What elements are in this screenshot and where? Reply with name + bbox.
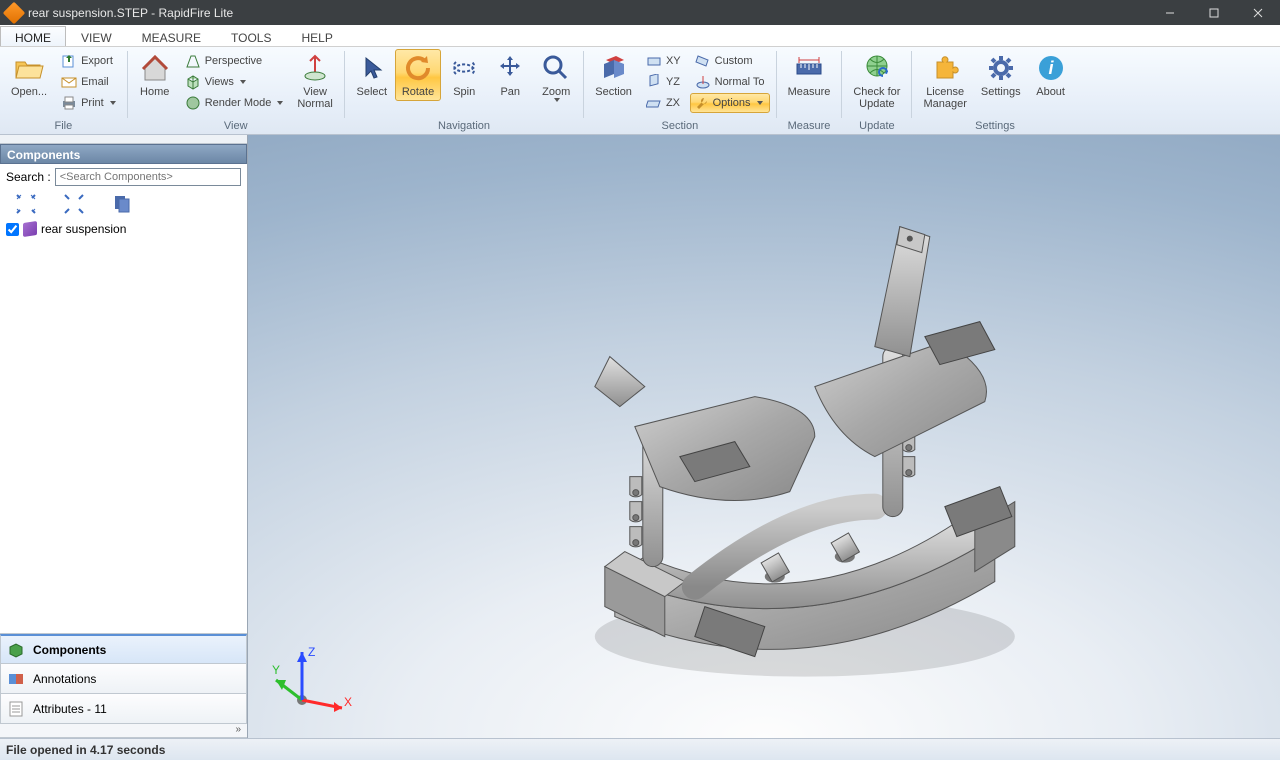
export-button[interactable]: Export: [56, 51, 121, 71]
print-button[interactable]: Print: [56, 93, 121, 113]
rotate-icon: [402, 52, 434, 84]
gear-icon: [985, 52, 1017, 84]
select-button[interactable]: Select: [349, 49, 395, 101]
xy-button[interactable]: XY: [641, 51, 686, 71]
pan-icon: [494, 52, 526, 84]
group-measure: Measure Measure: [777, 47, 842, 134]
yz-button[interactable]: YZ: [641, 72, 686, 92]
side-tab-annotations[interactable]: Annotations: [0, 664, 247, 694]
folder-open-icon: [13, 52, 45, 84]
render-mode-button[interactable]: Render Mode: [180, 93, 289, 113]
annotation-icon: [7, 670, 25, 688]
perspective-icon: [185, 53, 201, 69]
minimize-button[interactable]: [1148, 0, 1192, 25]
zoom-icon: [540, 52, 572, 84]
section-button[interactable]: Section: [588, 49, 639, 101]
close-button[interactable]: [1236, 0, 1280, 25]
tab-tools[interactable]: TOOLS: [216, 26, 286, 46]
puzzle-icon: [929, 52, 961, 84]
svg-text:X: X: [344, 695, 352, 709]
tab-home[interactable]: HOME: [0, 26, 66, 46]
tree-root-item[interactable]: rear suspension: [6, 222, 241, 236]
copy-button[interactable]: [112, 194, 132, 214]
settings-button[interactable]: Settings: [974, 49, 1028, 101]
side-panel: Components Search : rear suspension Comp…: [0, 135, 248, 738]
license-manager-button[interactable]: License Manager: [916, 49, 973, 113]
group-view: Home Perspective Views Render Mode View …: [128, 47, 344, 134]
spin-button[interactable]: Spin: [441, 49, 487, 101]
component-tree[interactable]: rear suspension: [0, 220, 247, 238]
about-button[interactable]: i About: [1028, 49, 1074, 101]
cube-icon: [185, 74, 201, 90]
view-normal-icon: [299, 52, 331, 84]
custom-section-button[interactable]: Custom: [690, 51, 770, 71]
status-text: File opened in 4.17 seconds: [6, 743, 165, 757]
print-icon: [61, 95, 77, 111]
measure-button[interactable]: Measure: [781, 49, 838, 101]
search-label: Search :: [6, 170, 51, 184]
collapse-all-button[interactable]: [64, 194, 84, 214]
panel-title: Components: [0, 144, 247, 164]
group-update: Check for Update Update: [842, 47, 911, 134]
search-input[interactable]: [55, 168, 241, 186]
plane-xy-icon: [646, 53, 662, 69]
wrench-icon: [695, 96, 709, 110]
group-navigation: Select Rotate Spin Pan Zoom Navigation: [345, 47, 583, 134]
ribbon-tabs: HOME VIEW MEASURE TOOLS HELP: [0, 25, 1280, 47]
tab-help[interactable]: HELP: [286, 26, 347, 46]
3d-viewport[interactable]: X Y Z: [248, 135, 1280, 738]
normal-to-icon: [695, 74, 711, 90]
tab-measure[interactable]: MEASURE: [127, 26, 216, 46]
plane-zx-icon: [646, 95, 662, 111]
custom-icon: [695, 53, 711, 69]
titlebar: rear suspension.STEP - RapidFire Lite: [0, 0, 1280, 25]
plane-yz-icon: [646, 74, 662, 90]
export-icon: [61, 53, 77, 69]
window-title: rear suspension.STEP - RapidFire Lite: [28, 6, 1148, 20]
open-button[interactable]: Open...: [4, 49, 54, 101]
group-section: Section XY YZ ZX Custom Normal To Option…: [584, 47, 775, 134]
normal-to-button[interactable]: Normal To: [690, 72, 770, 92]
tree-checkbox[interactable]: [6, 223, 19, 236]
orientation-triad[interactable]: X Y Z: [272, 640, 352, 720]
info-icon: i: [1035, 52, 1067, 84]
status-bar: File opened in 4.17 seconds: [0, 738, 1280, 760]
zoom-button[interactable]: Zoom: [533, 49, 579, 105]
svg-text:Y: Y: [272, 663, 280, 677]
email-button[interactable]: Email: [56, 72, 121, 92]
side-tab-components[interactable]: Components: [0, 634, 247, 664]
zx-button[interactable]: ZX: [641, 93, 686, 113]
home-button[interactable]: Home: [132, 49, 178, 101]
section-options-button[interactable]: Options: [690, 93, 770, 113]
ruler-icon: [793, 52, 825, 84]
document-icon: [7, 700, 25, 718]
render-icon: [185, 95, 201, 111]
tab-view[interactable]: VIEW: [66, 26, 127, 46]
spin-icon: [448, 52, 480, 84]
cad-model: [505, 206, 1045, 686]
section-icon: [598, 52, 630, 84]
home-icon: [139, 52, 171, 84]
ribbon: Open... Export Email Print File Home Per…: [0, 47, 1280, 135]
main-area: Components Search : rear suspension Comp…: [0, 135, 1280, 738]
maximize-button[interactable]: [1192, 0, 1236, 25]
group-settings: License Manager Settings i About Setting…: [912, 47, 1077, 134]
rotate-button[interactable]: Rotate: [395, 49, 441, 101]
view-normal-button[interactable]: View Normal: [290, 49, 339, 113]
side-tab-attributes[interactable]: Attributes - 11: [0, 694, 247, 724]
email-icon: [61, 74, 77, 90]
cube-icon: [7, 641, 25, 659]
app-icon: [3, 1, 26, 24]
assembly-icon: [23, 221, 37, 237]
group-file: Open... Export Email Print File: [0, 47, 127, 134]
check-update-button[interactable]: Check for Update: [846, 49, 907, 113]
expand-all-button[interactable]: [16, 194, 36, 214]
views-button[interactable]: Views: [180, 72, 289, 92]
panel-collapse-button[interactable]: »: [0, 724, 247, 738]
globe-refresh-icon: [861, 52, 893, 84]
cursor-icon: [356, 52, 388, 84]
pan-button[interactable]: Pan: [487, 49, 533, 101]
perspective-button[interactable]: Perspective: [180, 51, 289, 71]
svg-text:Z: Z: [308, 645, 315, 659]
